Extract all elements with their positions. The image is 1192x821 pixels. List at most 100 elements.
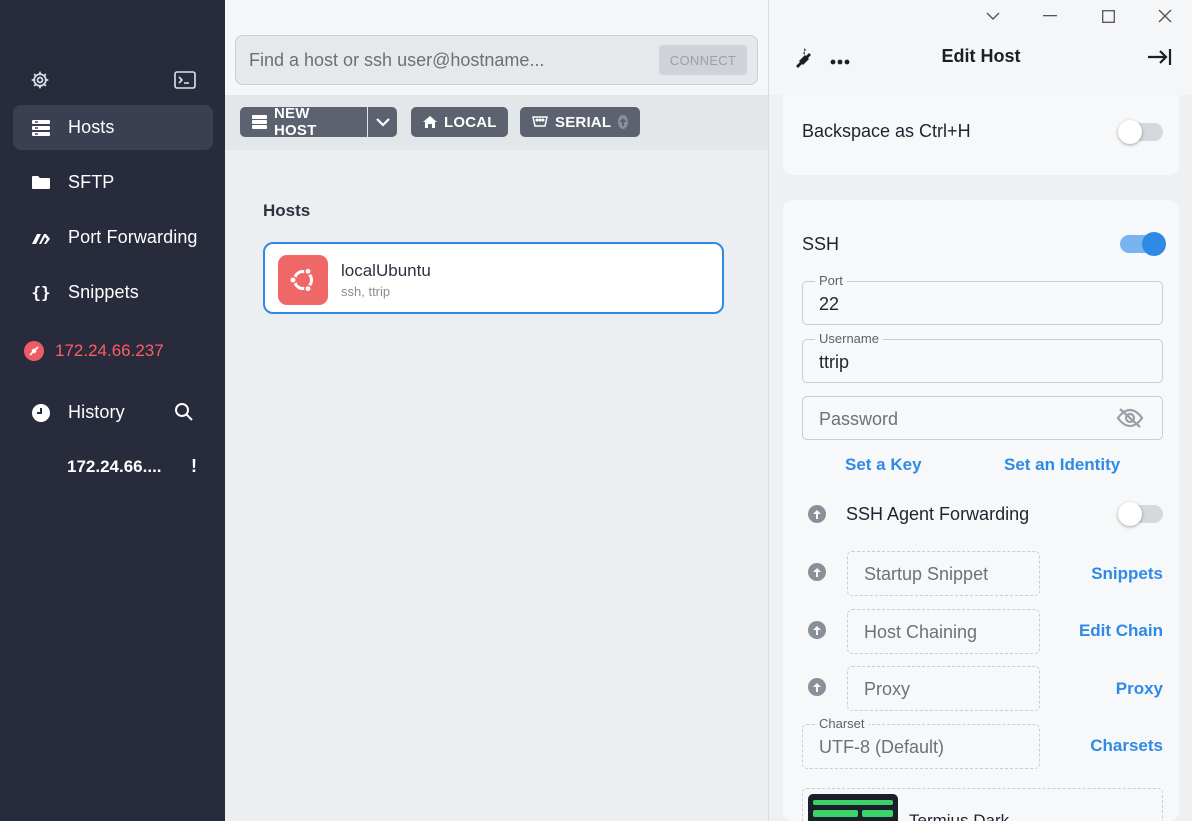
set-identity-link[interactable]: Set an Identity: [1004, 455, 1120, 475]
new-host-button[interactable]: NEW HOST: [240, 105, 367, 139]
agent-forwarding-label: SSH Agent Forwarding: [846, 504, 1030, 524]
serial-label: SERIAL: [555, 113, 612, 131]
theme-preview: [808, 794, 898, 821]
agent-forwarding-toggle[interactable]: [1118, 502, 1163, 526]
server-icon: [252, 115, 267, 129]
connect-button[interactable]: CONNECT: [659, 45, 747, 75]
charsets-link[interactable]: Charsets: [1090, 736, 1163, 756]
upgrade-icon: [808, 621, 826, 639]
collapse-panel-icon[interactable]: [1147, 48, 1173, 71]
eye-off-icon[interactable]: [1116, 407, 1144, 434]
username-label: Username: [815, 331, 883, 346]
charset-value: UTF-8 (Default): [819, 737, 945, 757]
port-label: Port: [815, 273, 847, 288]
charset-label: Charset: [815, 716, 869, 731]
sidebar-item-label: Snippets: [68, 282, 139, 302]
connection-plug-icon: [24, 341, 44, 361]
sidebar-item-label: History: [68, 402, 125, 422]
host-subtitle: ssh, ttrip: [341, 284, 391, 299]
host-name: localUbuntu: [341, 261, 431, 280]
upgrade-icon: [808, 563, 826, 581]
startup-snippet-field[interactable]: Startup Snippet: [847, 551, 1040, 596]
search-icon[interactable]: [174, 402, 196, 424]
startup-snippet-placeholder: Startup Snippet: [864, 564, 989, 584]
proxy-field[interactable]: Proxy: [847, 666, 1040, 711]
upgrade-icon: [808, 678, 826, 696]
chevron-down-icon: [375, 114, 390, 131]
ssh-settings-card: SSH Port 22 Username ttrip Password Set …: [783, 200, 1179, 821]
braces-icon: {}: [31, 283, 51, 302]
search-bar-area: CONNECT: [225, 0, 768, 95]
local-label: LOCAL: [444, 113, 497, 131]
theme-preview-line: [862, 810, 893, 817]
backspace-label: Backspace as Ctrl+H: [802, 121, 971, 141]
new-host-dropdown[interactable]: [368, 107, 397, 137]
folder-icon: [31, 173, 51, 193]
chevron-down-icon[interactable]: [983, 6, 1003, 26]
serial-button[interactable]: SERIAL: [520, 107, 640, 137]
serial-port-icon: [532, 116, 548, 128]
edit-host-header: Edit Host: [769, 0, 1192, 95]
terminal-options-card: Backspace as Ctrl+H: [783, 95, 1179, 175]
home-icon: [423, 116, 437, 128]
theme-preview-line: [813, 800, 893, 805]
sidebar: Hosts SFTP Port Forwarding {} Snippets 1…: [0, 0, 225, 821]
terminal-icon[interactable]: [173, 68, 197, 92]
maximize-icon[interactable]: [1098, 6, 1118, 26]
close-icon[interactable]: [1155, 6, 1175, 26]
hosts-panel: CONNECT NEW HOST LOCAL SERIAL: [225, 0, 768, 821]
sidebar-item-sftp[interactable]: SFTP: [13, 160, 213, 205]
sidebar-item-label: SFTP: [68, 172, 115, 192]
upgrade-icon: [618, 115, 628, 129]
sidebar-item-label: Port Forwarding: [68, 227, 198, 247]
snippets-link[interactable]: Snippets: [1091, 564, 1163, 584]
history-item[interactable]: 172.24.66.... !: [67, 456, 197, 477]
host-chaining-placeholder: Host Chaining: [864, 622, 978, 642]
password-field[interactable]: Password: [802, 396, 1163, 440]
history-item-label: 172.24.66....: [67, 456, 162, 476]
minimize-icon[interactable]: [1040, 6, 1060, 26]
username-field[interactable]: Username ttrip: [802, 331, 1163, 383]
ssh-toggle[interactable]: [1120, 232, 1166, 256]
host-search-box: CONNECT: [235, 35, 758, 85]
panel-title: Edit Host: [941, 46, 1021, 66]
port-field[interactable]: Port 22: [802, 273, 1163, 325]
search-input[interactable]: [249, 49, 629, 71]
local-button[interactable]: LOCAL: [411, 107, 508, 137]
host-chaining-field[interactable]: Host Chaining: [847, 609, 1040, 654]
proxy-link[interactable]: Proxy: [1116, 679, 1163, 699]
sidebar-item-label: Hosts: [68, 117, 115, 137]
set-key-link[interactable]: Set a Key: [845, 455, 922, 475]
upgrade-icon: [808, 505, 826, 523]
sidebar-item-snippets[interactable]: {} Snippets: [13, 270, 213, 315]
edit-host-panel: Edit Host Backspace as Ctrl+H SSH Port 2…: [768, 0, 1192, 821]
warning-icon: !: [191, 456, 197, 476]
backspace-toggle[interactable]: [1118, 120, 1163, 144]
new-host-label: NEW HOST: [274, 105, 317, 139]
charset-field[interactable]: Charset UTF-8 (Default): [802, 716, 1040, 769]
toggle-knob: [1118, 120, 1142, 144]
edit-chain-link[interactable]: Edit Chain: [1079, 621, 1163, 641]
host-card[interactable]: localUbuntu ssh, ttrip: [263, 242, 724, 314]
clock-icon: [31, 403, 51, 423]
sidebar-item-hosts[interactable]: Hosts: [13, 105, 213, 150]
ssh-label: SSH: [802, 234, 840, 254]
theme-preview-line: [813, 810, 858, 817]
proxy-placeholder: Proxy: [864, 679, 911, 699]
hosts-toolbar: NEW HOST LOCAL SERIAL: [225, 95, 768, 150]
ubuntu-icon: [278, 255, 328, 305]
sidebar-item-history[interactable]: History: [13, 390, 163, 435]
sidebar-item-port-forwarding[interactable]: Port Forwarding: [13, 215, 213, 260]
password-placeholder: Password: [819, 409, 899, 429]
active-connection[interactable]: 172.24.66.237: [24, 341, 164, 361]
connection-label: 172.24.66.237: [55, 341, 164, 360]
port-value: 22: [819, 294, 840, 314]
toggle-knob: [1142, 232, 1166, 256]
username-value: ttrip: [819, 352, 850, 372]
theme-selector[interactable]: Termius Dark: [802, 788, 1163, 821]
forward-icon: [31, 228, 51, 248]
hosts-icon: [31, 118, 51, 138]
theme-name: Termius Dark: [909, 811, 1010, 821]
hosts-section-title: Hosts: [263, 201, 311, 220]
gear-icon[interactable]: [28, 68, 52, 92]
